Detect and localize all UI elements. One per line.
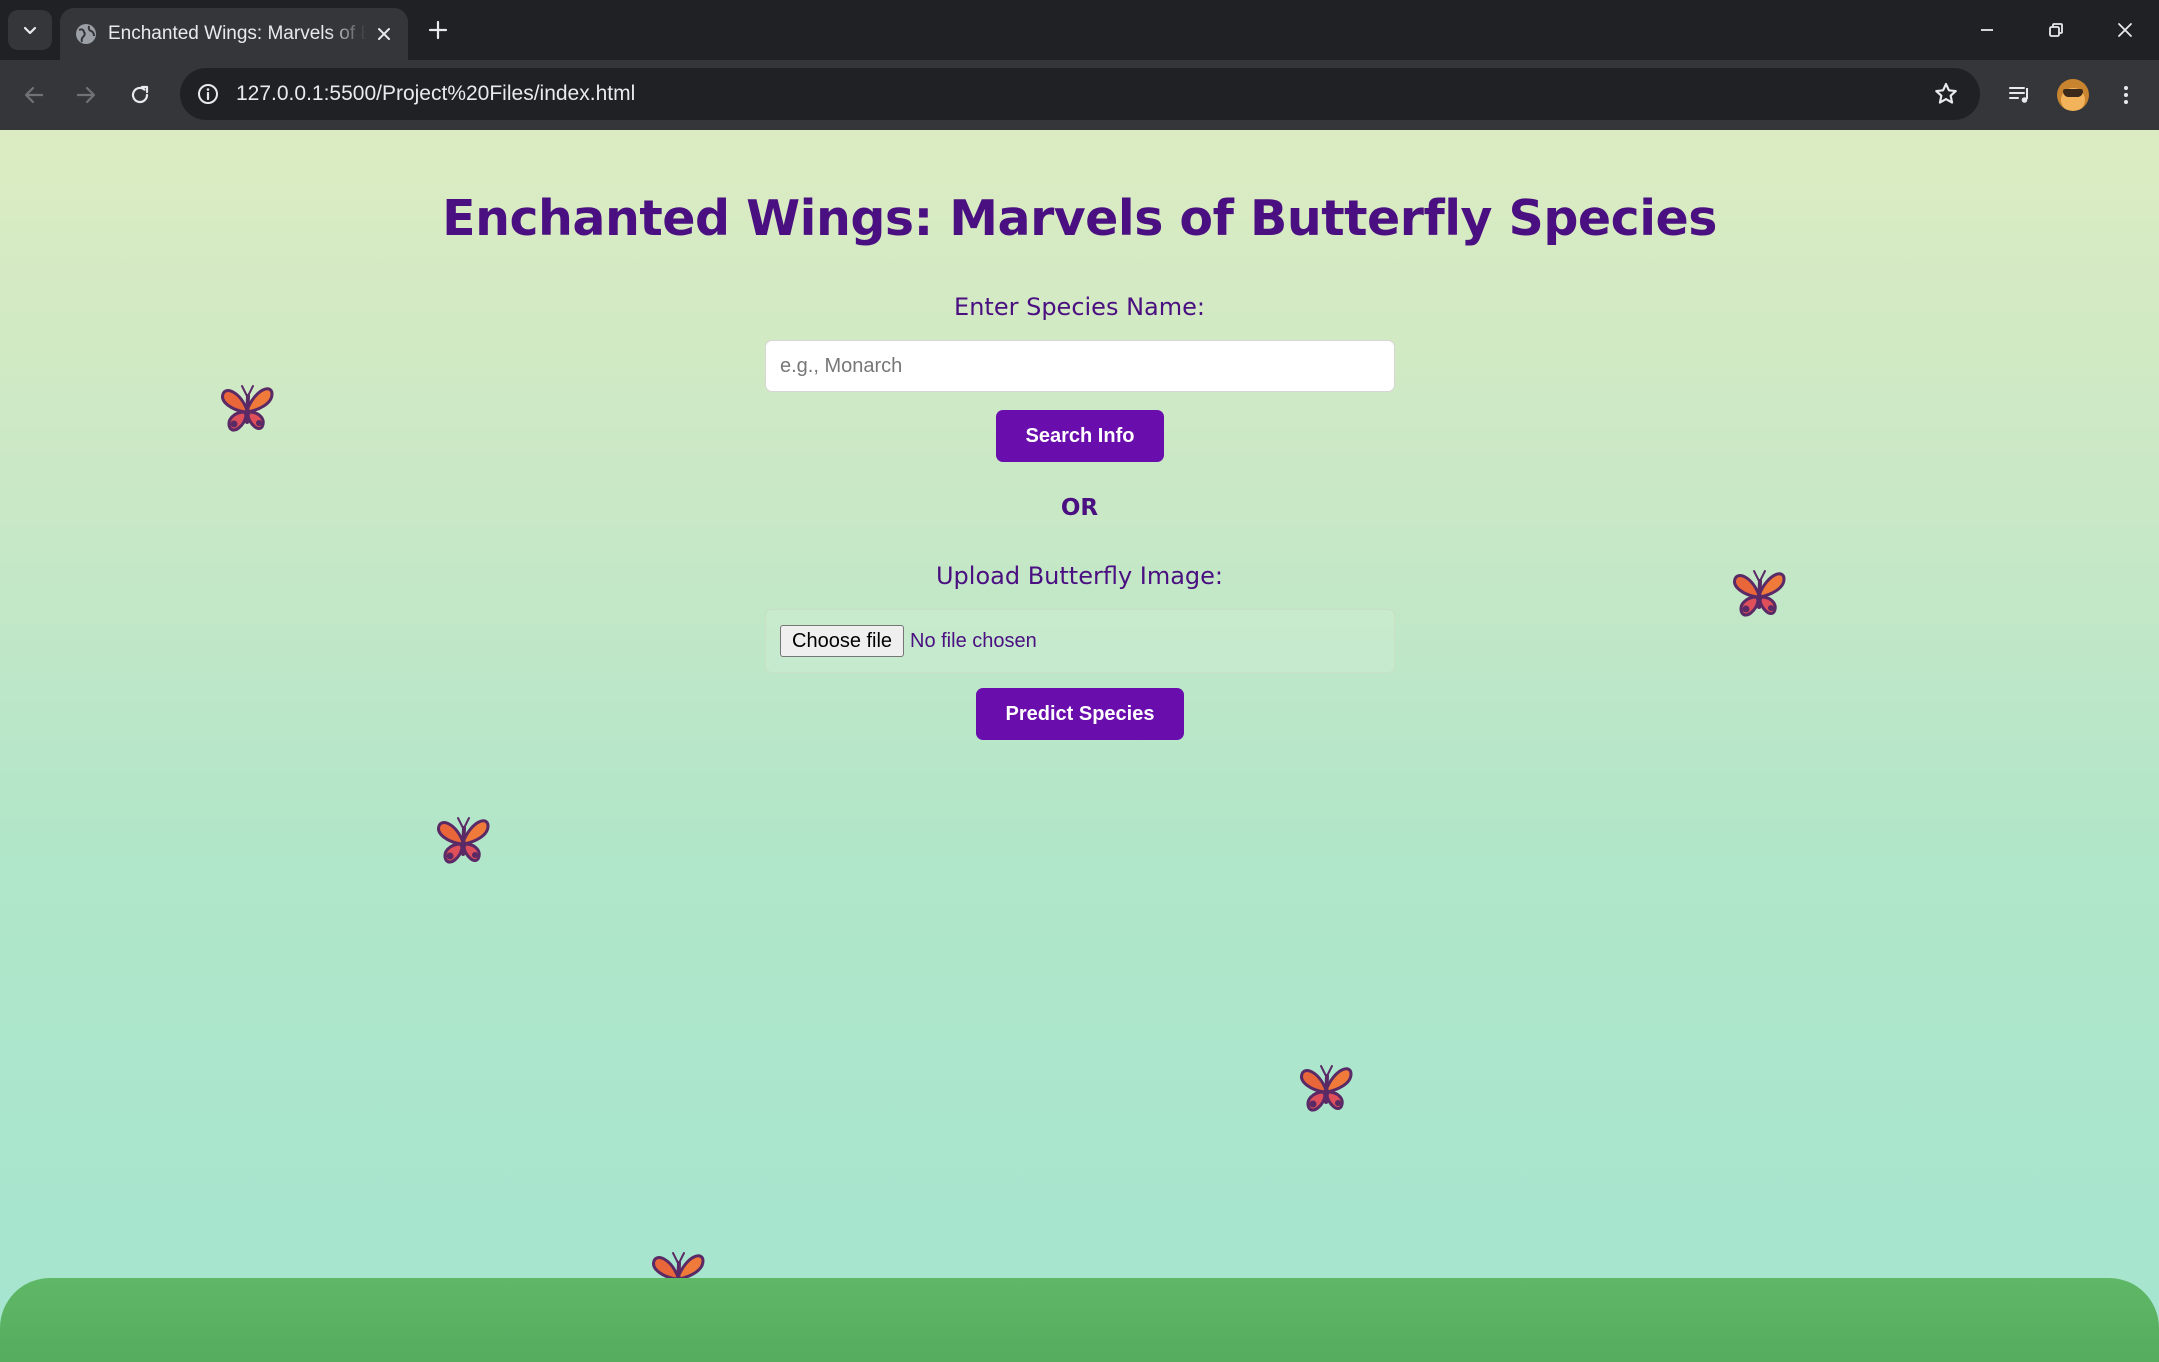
butterfly-icon <box>1733 570 1786 617</box>
or-divider: OR <box>1060 495 1099 521</box>
bookmark-button[interactable] <box>1932 80 1960 108</box>
back-button[interactable] <box>14 75 54 115</box>
globe-icon <box>76 24 96 44</box>
file-upload-field[interactable]: Choose file No file chosen <box>765 609 1395 673</box>
butterfly-icon <box>221 385 274 432</box>
reload-button[interactable] <box>120 75 160 115</box>
reload-icon <box>131 85 149 104</box>
page-title: Enchanted Wings: Marvels of Butterfly Sp… <box>442 190 1717 247</box>
minimize-icon <box>1981 29 1993 31</box>
tab-close-button[interactable] <box>372 22 396 46</box>
info-icon <box>198 84 218 104</box>
butterfly-icon <box>1300 1065 1353 1112</box>
predict-species-button[interactable]: Predict Species <box>976 688 1184 740</box>
minimize-button[interactable] <box>1959 8 2015 52</box>
species-search-input[interactable] <box>765 340 1395 392</box>
url-text[interactable]: 127.0.0.1:5500/Project%20Files/index.htm… <box>236 80 635 108</box>
upload-image-label: Upload Butterfly Image: <box>935 562 1224 590</box>
restore-icon <box>2049 23 2063 37</box>
tab-search-button[interactable] <box>8 10 52 50</box>
avatar <box>2057 79 2089 111</box>
file-status-text: No file chosen <box>910 630 1037 652</box>
address-bar[interactable]: 127.0.0.1:5500/Project%20Files/index.htm… <box>180 68 1980 120</box>
close-window-button[interactable] <box>2097 8 2153 52</box>
new-tab-button[interactable] <box>420 12 456 48</box>
close-icon <box>378 28 390 40</box>
species-name-label: Enter Species Name: <box>954 293 1205 321</box>
kebab-menu-icon <box>2124 86 2128 104</box>
chevron-down-icon <box>23 26 37 35</box>
page-viewport: Enchanted Wings: Marvels of Butterfly Sp… <box>0 130 2159 1362</box>
choose-file-button[interactable]: Choose file <box>780 625 905 657</box>
plus-icon <box>428 20 448 40</box>
arrow-right-icon <box>76 86 96 104</box>
browser-toolbar: 127.0.0.1:5500/Project%20Files/index.htm… <box>0 60 2159 130</box>
close-icon <box>2118 23 2132 37</box>
star-icon <box>1935 82 1957 104</box>
media-control-button[interactable] <box>2000 75 2040 115</box>
media-queue-icon <box>2009 87 2028 103</box>
profile-button[interactable] <box>2053 75 2093 115</box>
arrow-left-icon <box>24 86 44 104</box>
restore-button[interactable] <box>2028 8 2084 52</box>
search-info-button[interactable]: Search Info <box>996 410 1164 462</box>
grass-ground <box>0 1278 2159 1362</box>
browser-tab[interactable]: Enchanted Wings: Marvels of Butterfly Sp… <box>60 8 408 60</box>
butterfly-icon <box>437 817 490 864</box>
browser-menu-button[interactable] <box>2106 75 2146 115</box>
site-info-button[interactable] <box>194 80 222 108</box>
browser-tab-strip: Enchanted Wings: Marvels of Butterfly Sp… <box>0 0 2159 60</box>
forward-button[interactable] <box>66 75 106 115</box>
tab-title: Enchanted Wings: Marvels of Butterfly Sp… <box>108 23 366 44</box>
